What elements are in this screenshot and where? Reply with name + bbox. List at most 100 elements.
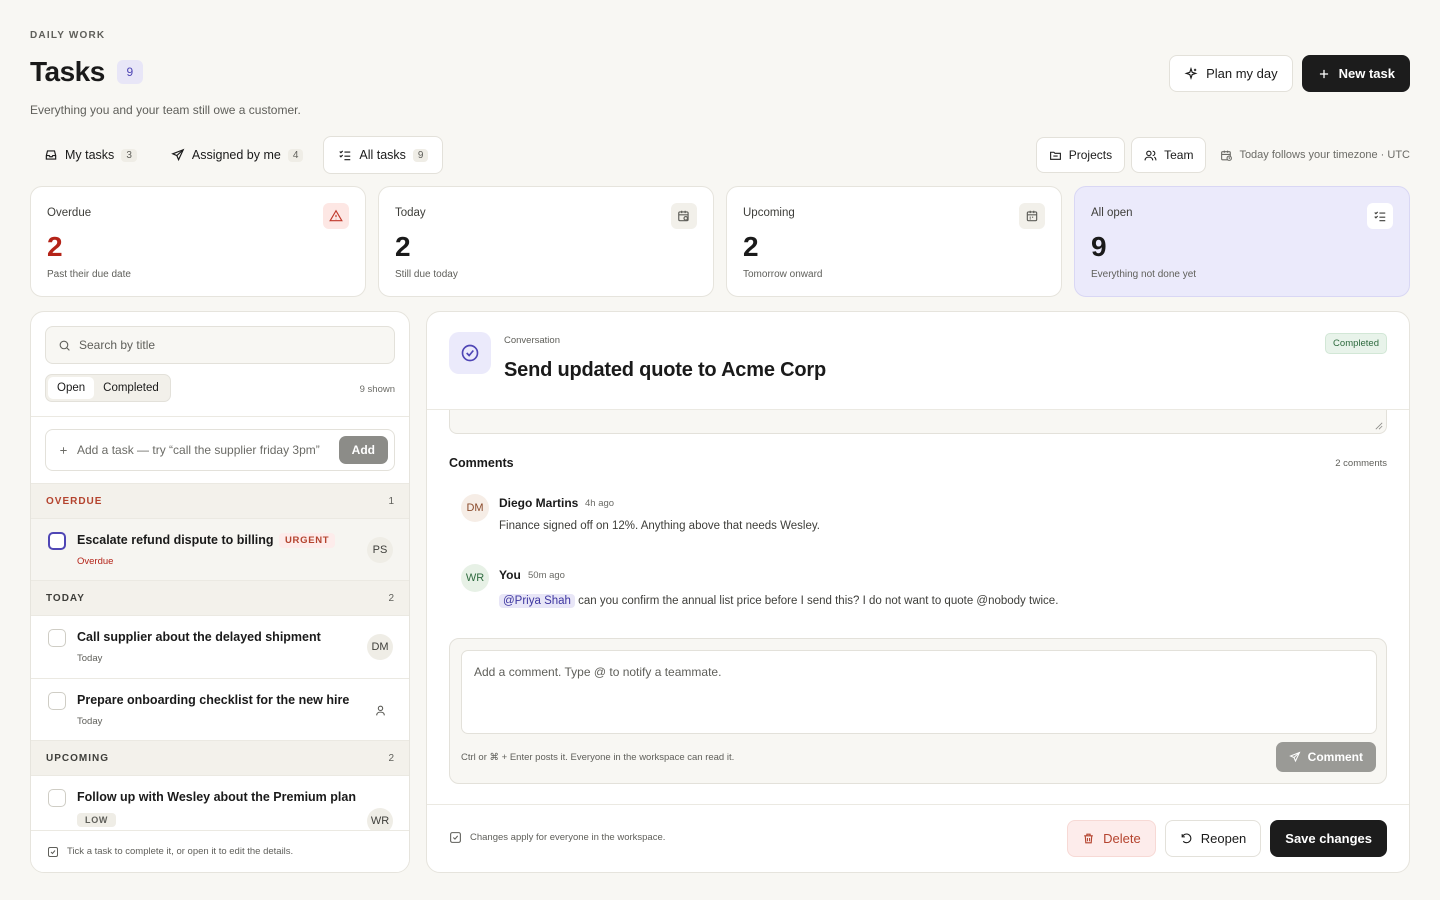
task-count-badge: 9 [116, 60, 143, 84]
tab-my-tasks[interactable]: My tasks 3 [30, 136, 151, 174]
team-button[interactable]: Team [1131, 137, 1207, 173]
group-label: UPCOMING [46, 752, 109, 764]
group-header-upcoming: UPCOMING 2 [31, 740, 409, 776]
timezone-text: Today follows your timezone · UTC [1239, 149, 1410, 161]
detail-footer: Changes apply for everyone in the worksp… [427, 804, 1409, 872]
task-title: Call supplier about the delayed shipment [77, 630, 321, 644]
group-count: 1 [388, 495, 394, 507]
tab-label: Assigned by me [191, 148, 281, 162]
task-due: Overdue [77, 556, 114, 567]
calendar-clock-icon [671, 203, 697, 229]
stat-label: Overdue [47, 207, 92, 219]
group-header-today: TODAY 2 [31, 580, 409, 616]
list-check-icon [1367, 203, 1393, 229]
new-task-button[interactable]: New task [1301, 55, 1410, 92]
unassigned-user-icon[interactable] [367, 697, 393, 723]
page-subtitle: Everything you and your team still owe a… [30, 103, 301, 117]
task-due: Today [77, 716, 103, 727]
avatar: DM [367, 634, 393, 660]
task-checkbox[interactable] [48, 692, 66, 710]
detail-kicker: Conversation [504, 335, 560, 346]
send-icon [171, 148, 185, 162]
task-title: Escalate refund dispute to billing [77, 533, 274, 547]
view-controls: Projects Team Today follows your timezon… [1035, 137, 1410, 173]
comment-composer: Add a comment. Type @ to notify a teamma… [449, 638, 1387, 784]
task-row[interactable]: Call supplier about the delayed shipment… [31, 616, 409, 679]
group-header-overdue: OVERDUE 1 [31, 483, 409, 519]
delete-button[interactable]: Delete [1067, 820, 1156, 857]
task-checkbox[interactable] [48, 789, 66, 807]
stat-sub: Still due today [395, 269, 458, 280]
comment-text: can you confirm the annual list price be… [578, 595, 1059, 607]
comment-input[interactable]: Add a comment. Type @ to notify a teamma… [461, 650, 1377, 734]
divider [31, 416, 409, 417]
plan-my-day-button[interactable]: Plan my day [1169, 55, 1293, 92]
comment-time: 4h ago [585, 498, 615, 509]
projects-label: Projects [1068, 148, 1113, 162]
status-badge: Completed [1325, 333, 1387, 354]
delete-label: Delete [1103, 831, 1141, 846]
task-row[interactable]: Prepare onboarding checklist for the new… [31, 679, 409, 741]
check-circle-icon [449, 332, 491, 374]
calendar-clock-icon [1220, 149, 1233, 162]
stat-card-today[interactable]: Today 2 Still due today [378, 186, 714, 297]
comment-author: You [499, 568, 521, 582]
stat-card-upcoming[interactable]: Upcoming 2 Tomorrow onward [726, 186, 1062, 297]
reopen-button[interactable]: Reopen [1164, 820, 1262, 857]
avatar: DM [461, 494, 489, 522]
filter-completed[interactable]: Completed [94, 377, 168, 399]
stat-card-overdue[interactable]: Overdue 2 Past their due date [30, 186, 366, 297]
quick-add-input[interactable]: Add a task — try “call the supplier frid… [45, 429, 395, 471]
stat-label: Today [395, 207, 426, 219]
avatar: PS [367, 537, 393, 563]
tab-assigned-by-me[interactable]: Assigned by me 4 [157, 136, 318, 174]
task-checkbox[interactable] [48, 532, 66, 550]
stat-sub: Everything not done yet [1091, 269, 1197, 280]
mention-chip[interactable]: @Priya Shah [499, 594, 575, 608]
search-input[interactable]: Search by title [45, 326, 395, 364]
comment-author: Diego Martins [499, 496, 579, 510]
projects-button[interactable]: Projects [1035, 137, 1126, 173]
comment-button-label: Comment [1307, 750, 1363, 764]
low-badge: LOW [77, 813, 117, 827]
tab-count: 3 [121, 148, 137, 162]
folder-icon [1049, 149, 1062, 162]
reopen-label: Reopen [1200, 831, 1247, 846]
task-checkbox[interactable] [48, 629, 66, 647]
filter-open[interactable]: Open [48, 377, 95, 399]
avatar: WR [461, 564, 489, 592]
composer-hint: Ctrl or ⌘ + Enter posts it. Everyone in … [461, 752, 735, 763]
task-row[interactable]: Escalate refund dispute to billing URGEN… [31, 519, 409, 581]
list-check-icon [338, 148, 352, 162]
comment-placeholder: Add a comment. Type @ to notify a teamma… [474, 665, 722, 679]
stat-value: 2 [395, 231, 411, 262]
header-actions: Plan my day New task [1169, 55, 1410, 92]
tab-count: 9 [412, 148, 429, 162]
trash-icon [1082, 832, 1095, 845]
comment-text-row: @Priya Shah can you confirm the annual l… [499, 594, 1059, 608]
comments-count: 2 comments [1335, 458, 1387, 469]
sparkle-icon [1184, 66, 1198, 81]
stat-card-all-open[interactable]: All open 9 Everything not done yet [1074, 186, 1410, 297]
calendar-icon [1019, 203, 1045, 229]
search-placeholder: Search by title [79, 338, 156, 352]
plan-my-day-label: Plan my day [1206, 66, 1278, 81]
group-count: 2 [388, 752, 394, 764]
shown-count: 9 shown [359, 384, 395, 395]
add-task-button[interactable]: Add [338, 436, 388, 464]
resize-handle-icon[interactable] [1375, 422, 1383, 430]
comment-text: Finance signed off on 12%. Anything abov… [499, 520, 820, 532]
save-changes-button[interactable]: Save changes [1270, 820, 1387, 857]
team-label: Team [1164, 148, 1194, 162]
task-scope-tabs: My tasks 3 Assigned by me 4 All tasks 9 [30, 136, 444, 174]
task-row[interactable]: Follow up with Wesley about the Premium … [31, 776, 409, 836]
tab-all-tasks[interactable]: All tasks 9 [323, 136, 444, 174]
quick-add-placeholder: Add a task — try “call the supplier frid… [77, 443, 320, 457]
plus-icon [58, 445, 69, 456]
description-textarea[interactable] [449, 410, 1387, 434]
checkbox-icon [449, 831, 462, 844]
footer-note-text: Changes apply for everyone in the worksp… [470, 832, 666, 843]
comment-button[interactable]: Comment [1275, 742, 1376, 772]
tab-count: 4 [287, 148, 304, 162]
group-label: OVERDUE [46, 495, 103, 507]
